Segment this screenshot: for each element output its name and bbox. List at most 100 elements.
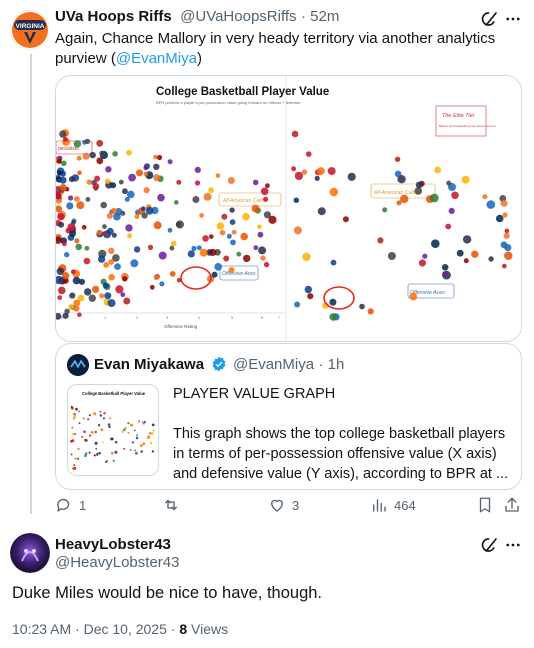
- mention-link[interactable]: @EvanMiya: [116, 50, 197, 67]
- team-logo-mark: [107, 299, 116, 308]
- quoted-author-handle[interactable]: @EvanMiya: [233, 356, 314, 373]
- team-logo-mark: [107, 423, 111, 426]
- team-logo-mark: [134, 214, 140, 220]
- reply-author-avatar[interactable]: [10, 533, 50, 573]
- team-logo-mark: [103, 262, 109, 268]
- reply-timestamp[interactable]: 10:23 AM · Dec 10, 2025 ·: [12, 621, 179, 637]
- team-logo-mark: [110, 451, 114, 455]
- team-logo-mark: [329, 313, 338, 321]
- team-logo-mark: [418, 259, 426, 267]
- team-logo-mark: [194, 166, 201, 173]
- author-handle[interactable]: @UVaHoopsRiffs: [180, 8, 296, 25]
- team-logo-mark: [133, 246, 141, 253]
- evanmiya-logo-icon: [67, 354, 89, 376]
- team-logo-mark: [108, 274, 115, 281]
- team-logo-mark: [88, 294, 96, 302]
- team-logo-mark: [57, 159, 62, 164]
- post-text: Again, Chance Mallory in very heady terr…: [55, 30, 496, 67]
- team-logo-mark: [263, 196, 269, 202]
- team-logo-mark: [109, 417, 111, 420]
- team-logo-mark: [151, 423, 155, 427]
- team-logo-mark: [58, 221, 65, 228]
- team-logo-mark: [342, 216, 349, 223]
- team-logo-mark: [502, 212, 508, 218]
- quoted-author-avatar[interactable]: [67, 354, 89, 376]
- team-logo-mark: [305, 151, 312, 157]
- team-logo-mark: [64, 308, 70, 314]
- share-icon[interactable]: [503, 496, 521, 514]
- team-logo-mark: [330, 259, 337, 266]
- team-logo-mark: [253, 245, 259, 251]
- reply-author-handle[interactable]: @HeavyLobster43: [55, 554, 179, 571]
- team-logo-mark: [94, 441, 98, 445]
- reply-timestamp-row: 10:23 AM · Dec 10, 2025 · 8 Views: [12, 621, 228, 637]
- team-logo-mark: [482, 194, 488, 200]
- team-logo-mark: [143, 187, 150, 194]
- team-logo-mark: [93, 412, 97, 416]
- team-logo-mark: [151, 450, 155, 453]
- team-logo-mark: [382, 207, 388, 213]
- team-logo-mark: [102, 231, 107, 236]
- team-logo-mark: [463, 258, 469, 264]
- team-logo-mark: [115, 285, 124, 294]
- team-logo-mark: [74, 238, 80, 244]
- reply-grok-icon[interactable]: [480, 535, 500, 555]
- team-logo-mark: [96, 157, 104, 165]
- post-media-image[interactable]: College Basketball Player Value BPR pred…: [55, 75, 522, 342]
- bookmark-icon[interactable]: [476, 496, 494, 514]
- team-logo-mark: [127, 190, 135, 199]
- quoted-post-card[interactable]: Evan Miyakawa @EvanMiya · 1h College Bas…: [55, 343, 522, 490]
- team-logo-mark: [122, 188, 128, 195]
- reply-more-options-icon[interactable]: [503, 535, 523, 555]
- team-logo-mark: [102, 282, 109, 289]
- post-time[interactable]: · 52m: [301, 8, 339, 25]
- team-logo-mark: [209, 248, 217, 256]
- team-logo-mark: [88, 434, 92, 437]
- team-logo-mark: [394, 170, 402, 178]
- team-logo-mark: [102, 417, 105, 420]
- reply-button[interactable]: 1: [55, 496, 86, 514]
- quoted-post-time[interactable]: · 1h: [319, 356, 345, 373]
- team-logo-mark: [307, 293, 314, 300]
- like-button[interactable]: 3: [268, 496, 299, 514]
- team-logo-mark: [446, 180, 452, 186]
- team-logo-mark: [141, 421, 144, 424]
- grok-icon[interactable]: [480, 9, 500, 29]
- team-logo-mark: [293, 226, 302, 235]
- team-logo-mark: [501, 263, 507, 269]
- team-logo-mark: [147, 244, 154, 250]
- team-logo-mark: [59, 176, 67, 184]
- team-logo-mark: [142, 442, 146, 446]
- author-avatar[interactable]: VIRGINIA: [10, 10, 50, 50]
- team-logo-mark: [123, 297, 131, 305]
- team-logo-mark: [75, 243, 82, 251]
- team-logo-mark: [114, 450, 118, 454]
- views-count: 464: [394, 497, 416, 513]
- team-logo-mark: [158, 251, 167, 260]
- views-button[interactable]: 464: [370, 496, 416, 514]
- team-logo-mark: [260, 187, 269, 196]
- team-logo-mark: [199, 248, 208, 257]
- team-logo-mark: [294, 301, 301, 308]
- reply-author-name[interactable]: HeavyLobster43: [55, 536, 179, 553]
- player-value-chart: College Basketball Player Value BPR pred…: [56, 76, 521, 341]
- quoted-post-text: PLAYER VALUE GRAPH This graph shows the …: [173, 384, 513, 484]
- team-logo-mark: [78, 410, 80, 413]
- team-logo-mark: [152, 429, 155, 432]
- team-logo-mark: [448, 207, 455, 214]
- team-logo-mark: [221, 213, 228, 220]
- team-logo-mark: [268, 215, 277, 224]
- repost-button[interactable]: [162, 496, 186, 514]
- quoted-author-name[interactable]: Evan Miyakawa: [94, 356, 204, 373]
- author-name[interactable]: UVa Hoops Riffs: [55, 8, 172, 25]
- team-logo-mark: [169, 245, 175, 251]
- team-logo-mark: [96, 139, 104, 147]
- team-logo-mark: [73, 433, 76, 435]
- team-logo-mark: [100, 428, 104, 432]
- more-options-icon[interactable]: [503, 9, 523, 29]
- team-logo-mark: [106, 212, 113, 219]
- team-logo-mark: [359, 303, 365, 310]
- team-logo-mark: [153, 274, 159, 280]
- quoted-media-thumbnail[interactable]: College Basketball Player Value: [67, 384, 159, 476]
- team-logo-mark: [104, 178, 111, 184]
